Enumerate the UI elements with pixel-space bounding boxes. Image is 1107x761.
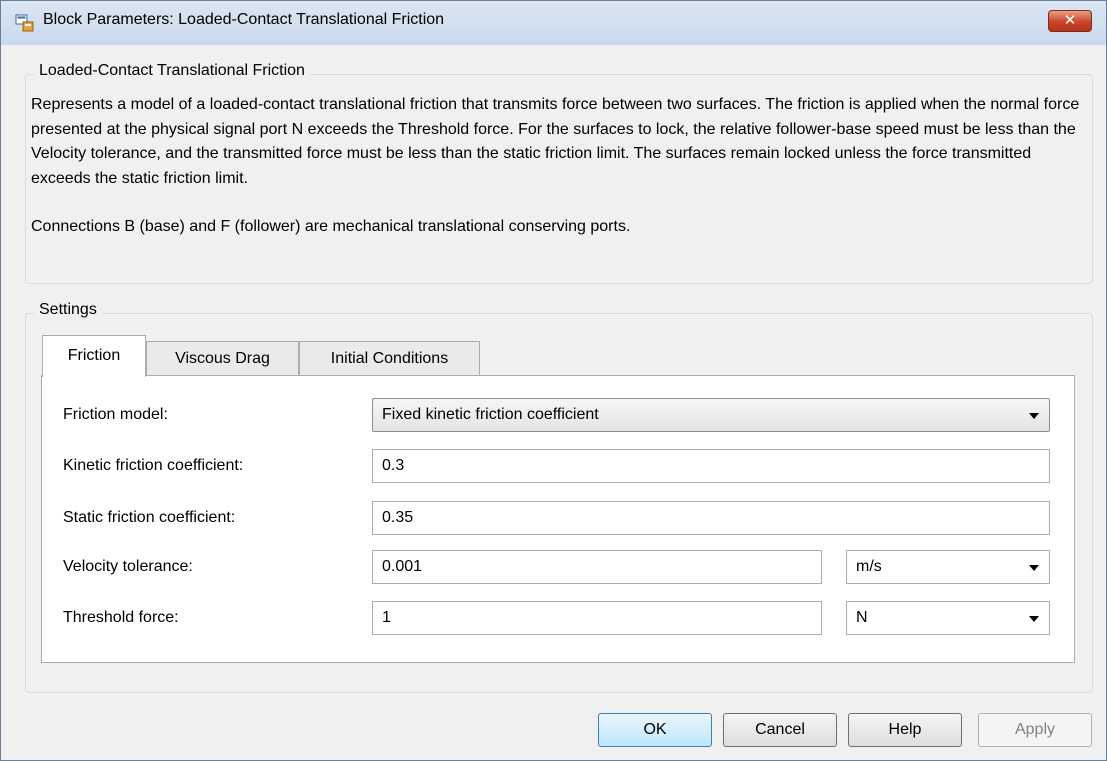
- tab-label: Initial Conditions: [330, 350, 449, 367]
- velocity-unit-select[interactable]: m/s: [846, 550, 1050, 584]
- tab-label: Viscous Drag: [175, 350, 270, 367]
- help-button-label: Help: [888, 721, 922, 738]
- tab-label: Friction: [67, 347, 121, 364]
- dialog-window: Block Parameters: Loaded-Contact Transla…: [0, 0, 1107, 761]
- friction-model-value: Fixed kinetic friction coefficient: [382, 406, 599, 423]
- chevron-down-icon: [1029, 616, 1039, 622]
- cancel-button-label: Cancel: [755, 721, 805, 738]
- static-coef-input[interactable]: 0.35: [372, 501, 1050, 535]
- kinetic-coef-value: 0.3: [382, 457, 405, 474]
- static-coef-label: Static friction coefficient:: [63, 509, 236, 526]
- description-paragraph: Represents a model of a loaded-contact t…: [31, 96, 1080, 187]
- close-button[interactable]: ✕: [1048, 10, 1092, 32]
- velocity-tol-label: Velocity tolerance:: [63, 558, 193, 575]
- velocity-tol-value: 0.001: [382, 558, 423, 575]
- close-icon: ✕: [1063, 12, 1077, 29]
- simulink-block-icon: [15, 13, 35, 33]
- kinetic-coef-label: Kinetic friction coefficient:: [63, 457, 244, 474]
- force-unit-value: N: [856, 609, 868, 626]
- threshold-force-value: 1: [382, 609, 391, 626]
- tab-initial-conditions[interactable]: Initial Conditions: [299, 341, 480, 376]
- velocity-tol-input[interactable]: 0.001: [372, 550, 822, 584]
- cancel-button[interactable]: Cancel: [723, 713, 837, 747]
- apply-button-label: Apply: [1014, 721, 1056, 738]
- description-ports: Connections B (base) and F (follower) ar…: [31, 218, 631, 235]
- threshold-force-label: Threshold force:: [63, 609, 179, 626]
- ok-button-label: OK: [643, 721, 667, 738]
- apply-button[interactable]: Apply: [978, 713, 1092, 747]
- tab-friction[interactable]: Friction: [42, 335, 146, 377]
- help-button[interactable]: Help: [848, 713, 962, 747]
- kinetic-coef-input[interactable]: 0.3: [372, 449, 1050, 483]
- settings-group-title: Settings: [34, 301, 102, 319]
- window-title: Block Parameters: Loaded-Contact Transla…: [43, 11, 445, 28]
- velocity-unit-value: m/s: [856, 558, 882, 575]
- chevron-down-icon: [1029, 565, 1039, 571]
- force-unit-select[interactable]: N: [846, 601, 1050, 635]
- block-group-title: Loaded-Contact Translational Friction: [34, 62, 310, 80]
- friction-model-label: Friction model:: [63, 406, 168, 423]
- threshold-force-input[interactable]: 1: [372, 601, 822, 635]
- friction-model-select[interactable]: Fixed kinetic friction coefficient: [372, 398, 1050, 432]
- chevron-down-icon: [1029, 413, 1039, 419]
- block-description: Represents a model of a loaded-contact t…: [31, 93, 1081, 240]
- ok-button[interactable]: OK: [598, 713, 712, 747]
- static-coef-value: 0.35: [382, 509, 414, 526]
- title-bar[interactable]: Block Parameters: Loaded-Contact Transla…: [1, 1, 1106, 45]
- tab-viscous-drag[interactable]: Viscous Drag: [146, 341, 299, 376]
